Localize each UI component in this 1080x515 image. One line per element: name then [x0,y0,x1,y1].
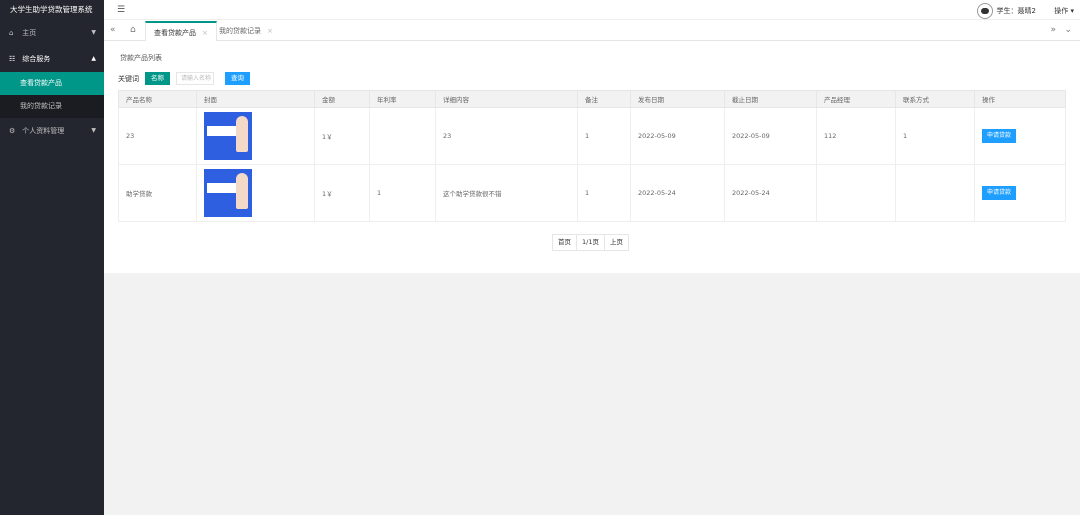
cell-cover [196,164,315,222]
close-icon[interactable]: × [202,29,208,37]
table-header: 发布日期 [630,90,725,108]
cell-detail: 这个助学贷款很不错 [435,164,578,222]
search-type-button[interactable]: 名称 [145,72,170,85]
topbar: ☰ 学生：聂晴2 操作 ▾ [104,0,1080,20]
table-header: 年利率 [369,90,436,108]
chevron-down-icon: ▼ [91,127,96,134]
sidebar-item-label: 综合服务 [22,55,51,63]
table-header: 详细内容 [435,90,578,108]
cell-rate [369,107,436,165]
sidebar-item-services[interactable]: ☷ 综合服务 ▲ [0,46,104,72]
table-header: 产品经理 [816,90,896,108]
caret-down-icon: ▾ [1070,7,1074,15]
app-title: 大学生助学贷款管理系统 [0,0,104,20]
cell-detail: 23 [435,107,578,165]
tab-label: 查看贷款产品 [154,29,196,37]
home-tab-icon[interactable]: ⌂ [130,25,136,35]
home-icon: ⌂ [9,29,14,37]
table-row: 23 1￥ 23 1 2022-05-09 2022-05-09 112 1 申… [118,107,1066,165]
cell-name: 23 [118,107,197,165]
cover-image [204,112,252,160]
scroll-left-icon[interactable]: « [110,25,116,35]
apply-loan-button[interactable]: 申请贷款 [982,129,1017,143]
cell-deadline: 2022-05-24 [724,164,817,222]
tab-label: 我的贷款记录 [219,27,261,35]
list-icon: ☷ [9,55,16,63]
sidebar-submenu: 查看贷款产品 我的贷款记录 [0,72,104,118]
breadcrumb: 贷款产品列表 [120,54,162,62]
cell-cover [196,107,315,165]
cell-contact [895,164,975,222]
tab-bar: « ⌂ 查看贷款产品 × 我的贷款记录 × » ⌄ [104,20,1080,41]
sidebar-item-loan-products[interactable]: 查看贷款产品 [0,72,104,95]
query-button[interactable]: 查询 [225,72,250,85]
tab-loan-products[interactable]: 查看贷款产品 × [145,21,217,41]
chevron-down-icon: ▼ [91,29,96,36]
cell-remark: 1 [577,164,631,222]
operations-menu[interactable]: 操作 ▾ [1054,6,1074,16]
cell-contact: 1 [895,107,975,165]
sidebar-item-profile[interactable]: ⚙ 个人资料管理 ▼ [0,118,104,144]
chevron-up-icon: ▲ [91,55,96,62]
table-row: 助学贷款 1￥ 1 这个助学贷款很不错 1 2022-05-24 2022-05… [118,164,1066,222]
cell-action: 申请贷款 [974,164,1066,222]
user-label: 学生：聂晴2 [996,7,1036,15]
menu-toggle-icon[interactable]: ☰ [117,5,125,15]
table-header: 封面 [196,90,315,108]
cell-rate: 1 [369,164,436,222]
operations-label: 操作 [1054,7,1069,15]
main-content: 贷款产品列表 关键词 名称 请输入名称 查询 产品名称 封面 金额 年利率 详细… [104,41,1080,273]
cell-publish-date: 2022-05-24 [630,164,725,222]
cell-publish-date: 2022-05-09 [630,107,725,165]
table-header: 备注 [577,90,631,108]
cell-deadline: 2022-05-09 [724,107,817,165]
table-header: 联系方式 [895,90,975,108]
cell-action: 申请贷款 [974,107,1066,165]
cell-remark: 1 [577,107,631,165]
search-bar: 关键词 名称 请输入名称 查询 [118,72,250,85]
user-menu[interactable]: 学生：聂晴2 [976,3,1036,19]
table-header: 产品名称 [118,90,197,108]
first-page-button[interactable]: 首页 [553,235,577,250]
prev-page-button[interactable]: 上页 [605,235,628,250]
keyword-label: 关键词 [118,74,139,83]
sidebar-item-loan-records[interactable]: 我的贷款记录 [0,95,104,118]
chevron-down-icon[interactable]: ⌄ [1064,25,1072,35]
pagination: 首页 1/1页 上页 [552,234,629,251]
gear-icon: ⚙ [9,127,16,135]
scroll-right-icon[interactable]: » [1050,25,1056,35]
close-icon[interactable]: × [267,27,273,35]
table-header: 操作 [974,90,1066,108]
sidebar-item-label: 主页 [22,29,37,37]
loan-products-table: 产品名称 封面 金额 年利率 详细内容 备注 发布日期 截止日期 产品经理 联系… [118,90,1066,222]
table-header: 金额 [314,90,370,108]
sidebar-item-label: 个人资料管理 [22,127,65,135]
search-input[interactable]: 请输入名称 [176,72,214,85]
cover-image [204,169,252,217]
avatar [976,3,993,19]
cell-amount: 1￥ [314,107,370,165]
table-header-row: 产品名称 封面 金额 年利率 详细内容 备注 发布日期 截止日期 产品经理 联系… [118,90,1066,108]
cell-manager: 112 [816,107,896,165]
apply-loan-button[interactable]: 申请贷款 [982,186,1017,200]
cell-amount: 1￥ [314,164,370,222]
tab-loan-records[interactable]: 我的贷款记录 × [211,21,281,41]
page-indicator: 1/1页 [577,235,605,250]
cell-name: 助学贷款 [118,164,197,222]
cell-manager [816,164,896,222]
table-header: 截止日期 [724,90,817,108]
sidebar-item-home[interactable]: ⌂ 主页 ▼ [0,20,104,46]
sidebar: 大学生助学贷款管理系统 ⌂ 主页 ▼ ☷ 综合服务 ▲ 查看贷款产品 我的贷款记… [0,0,104,515]
